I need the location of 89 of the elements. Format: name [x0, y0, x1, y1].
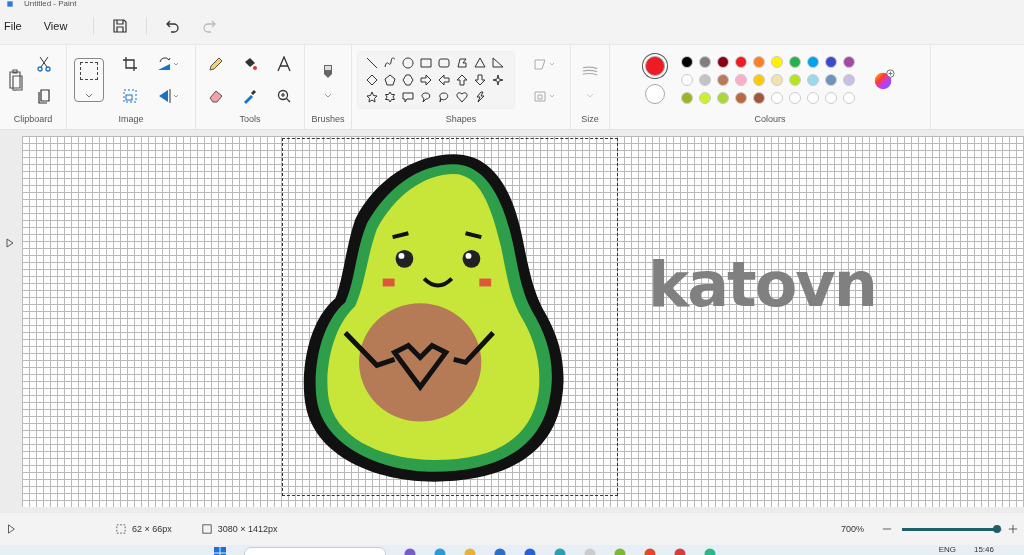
- menu-item[interactable]: File: [2, 16, 32, 36]
- shape-icon[interactable]: [492, 73, 504, 86]
- colour-swatch[interactable]: [753, 91, 765, 104]
- colour-swatch[interactable]: [843, 55, 855, 68]
- zoom-level: 700%: [840, 524, 864, 534]
- colour-swatch[interactable]: [681, 55, 693, 68]
- shape-icon[interactable]: [402, 73, 414, 86]
- shape-icon[interactable]: [366, 73, 378, 86]
- magnifier-icon[interactable]: [276, 87, 292, 104]
- window-title: Untitled - Paint: [24, 0, 77, 8]
- shape-icon[interactable]: [402, 90, 414, 103]
- colour-swatch[interactable]: [699, 91, 711, 104]
- group-label: Brushes: [311, 114, 345, 126]
- shape-icon[interactable]: [384, 90, 396, 103]
- shape-icon[interactable]: [438, 56, 450, 69]
- colour-swatch[interactable]: [753, 73, 765, 86]
- colour-swatch[interactable]: [807, 55, 819, 68]
- copy-icon[interactable]: [36, 87, 52, 104]
- colour-swatch[interactable]: [699, 73, 711, 86]
- shape-icon[interactable]: [474, 90, 486, 103]
- colour-swatch[interactable]: [717, 91, 729, 104]
- selection-icon: [80, 61, 98, 80]
- redo-icon: [201, 18, 218, 34]
- colour-swatch[interactable]: [681, 73, 693, 86]
- undo-icon[interactable]: [165, 18, 182, 34]
- shape-icon[interactable]: [474, 73, 486, 86]
- pointer-icon: [6, 524, 16, 534]
- shape-icon[interactable]: [456, 56, 468, 69]
- colour-swatch[interactable]: [735, 73, 747, 86]
- colour-swatch[interactable]: [807, 73, 819, 86]
- select-button[interactable]: [74, 57, 104, 102]
- shape-icon[interactable]: [384, 73, 396, 86]
- colour-swatch[interactable]: [843, 73, 855, 86]
- shape-icon[interactable]: [438, 90, 450, 103]
- scissors-icon[interactable]: [36, 55, 52, 72]
- resize-handle-icon[interactable]: [6, 238, 14, 248]
- primary-colour-swatch[interactable]: [645, 55, 665, 76]
- shape-icon[interactable]: [474, 56, 486, 69]
- colour-wheel-icon[interactable]: [873, 68, 895, 91]
- shape-icon[interactable]: [492, 56, 504, 69]
- save-icon[interactable]: [112, 18, 129, 34]
- colour-swatch[interactable]: [771, 73, 783, 86]
- colour-swatch[interactable]: [699, 55, 711, 68]
- canvas-size-icon: [201, 524, 212, 534]
- group-label: Colours: [754, 114, 786, 126]
- colour-swatch[interactable]: [825, 55, 837, 68]
- menu-item[interactable]: View: [41, 16, 78, 36]
- zoom-in-icon[interactable]: [1008, 524, 1018, 534]
- group-label: Image: [118, 114, 144, 126]
- paste-icon[interactable]: [6, 66, 26, 93]
- shape-icon[interactable]: [456, 90, 468, 103]
- shape-icon[interactable]: [420, 90, 432, 103]
- shape-icon[interactable]: [366, 90, 378, 103]
- chevron-down-icon: [85, 92, 93, 98]
- chevron-down-icon: [586, 93, 594, 98]
- group-label: Size: [581, 114, 599, 126]
- canvas-size: 3080 × 1412px: [217, 524, 278, 534]
- clock[interactable]: 15:46: [973, 545, 994, 555]
- colour-swatch[interactable]: [789, 55, 801, 68]
- shape-icon[interactable]: [420, 56, 432, 69]
- colour-swatch[interactable]: [735, 55, 747, 68]
- selection-icon: [116, 524, 126, 534]
- crop-icon[interactable]: [122, 55, 138, 72]
- colour-swatch[interactable]: [753, 55, 765, 68]
- shape-icon[interactable]: [402, 56, 414, 69]
- secondary-colour-swatch[interactable]: [645, 83, 665, 104]
- pencil-icon[interactable]: [208, 55, 224, 72]
- group-label: Shapes: [445, 114, 477, 126]
- rotate-icon[interactable]: [156, 55, 180, 72]
- shape-icon[interactable]: [366, 56, 378, 69]
- group-label: Tools: [239, 114, 261, 126]
- shape-icon[interactable]: [438, 73, 450, 86]
- colour-swatch[interactable]: [789, 73, 801, 86]
- text-tool-icon[interactable]: [276, 55, 292, 72]
- colour-swatch[interactable]: [735, 91, 747, 104]
- shape-icon[interactable]: [420, 73, 432, 86]
- colour-swatch[interactable]: [825, 73, 837, 86]
- colour-swatch[interactable]: [681, 91, 693, 104]
- paint-logo-icon: [6, 0, 14, 8]
- selection-size: 62 × 66px: [132, 524, 172, 534]
- colour-picker-icon[interactable]: [242, 87, 258, 104]
- shape-icon[interactable]: [456, 73, 468, 86]
- colour-swatch[interactable]: [717, 73, 729, 86]
- colour-swatch[interactable]: [771, 55, 783, 68]
- chevron-down-icon[interactable]: [324, 93, 332, 98]
- group-label: Clipboard: [13, 114, 53, 126]
- shape-icon[interactable]: [384, 56, 396, 69]
- language-indicator[interactable]: ENG: [938, 545, 956, 555]
- colour-swatch[interactable]: [717, 55, 729, 68]
